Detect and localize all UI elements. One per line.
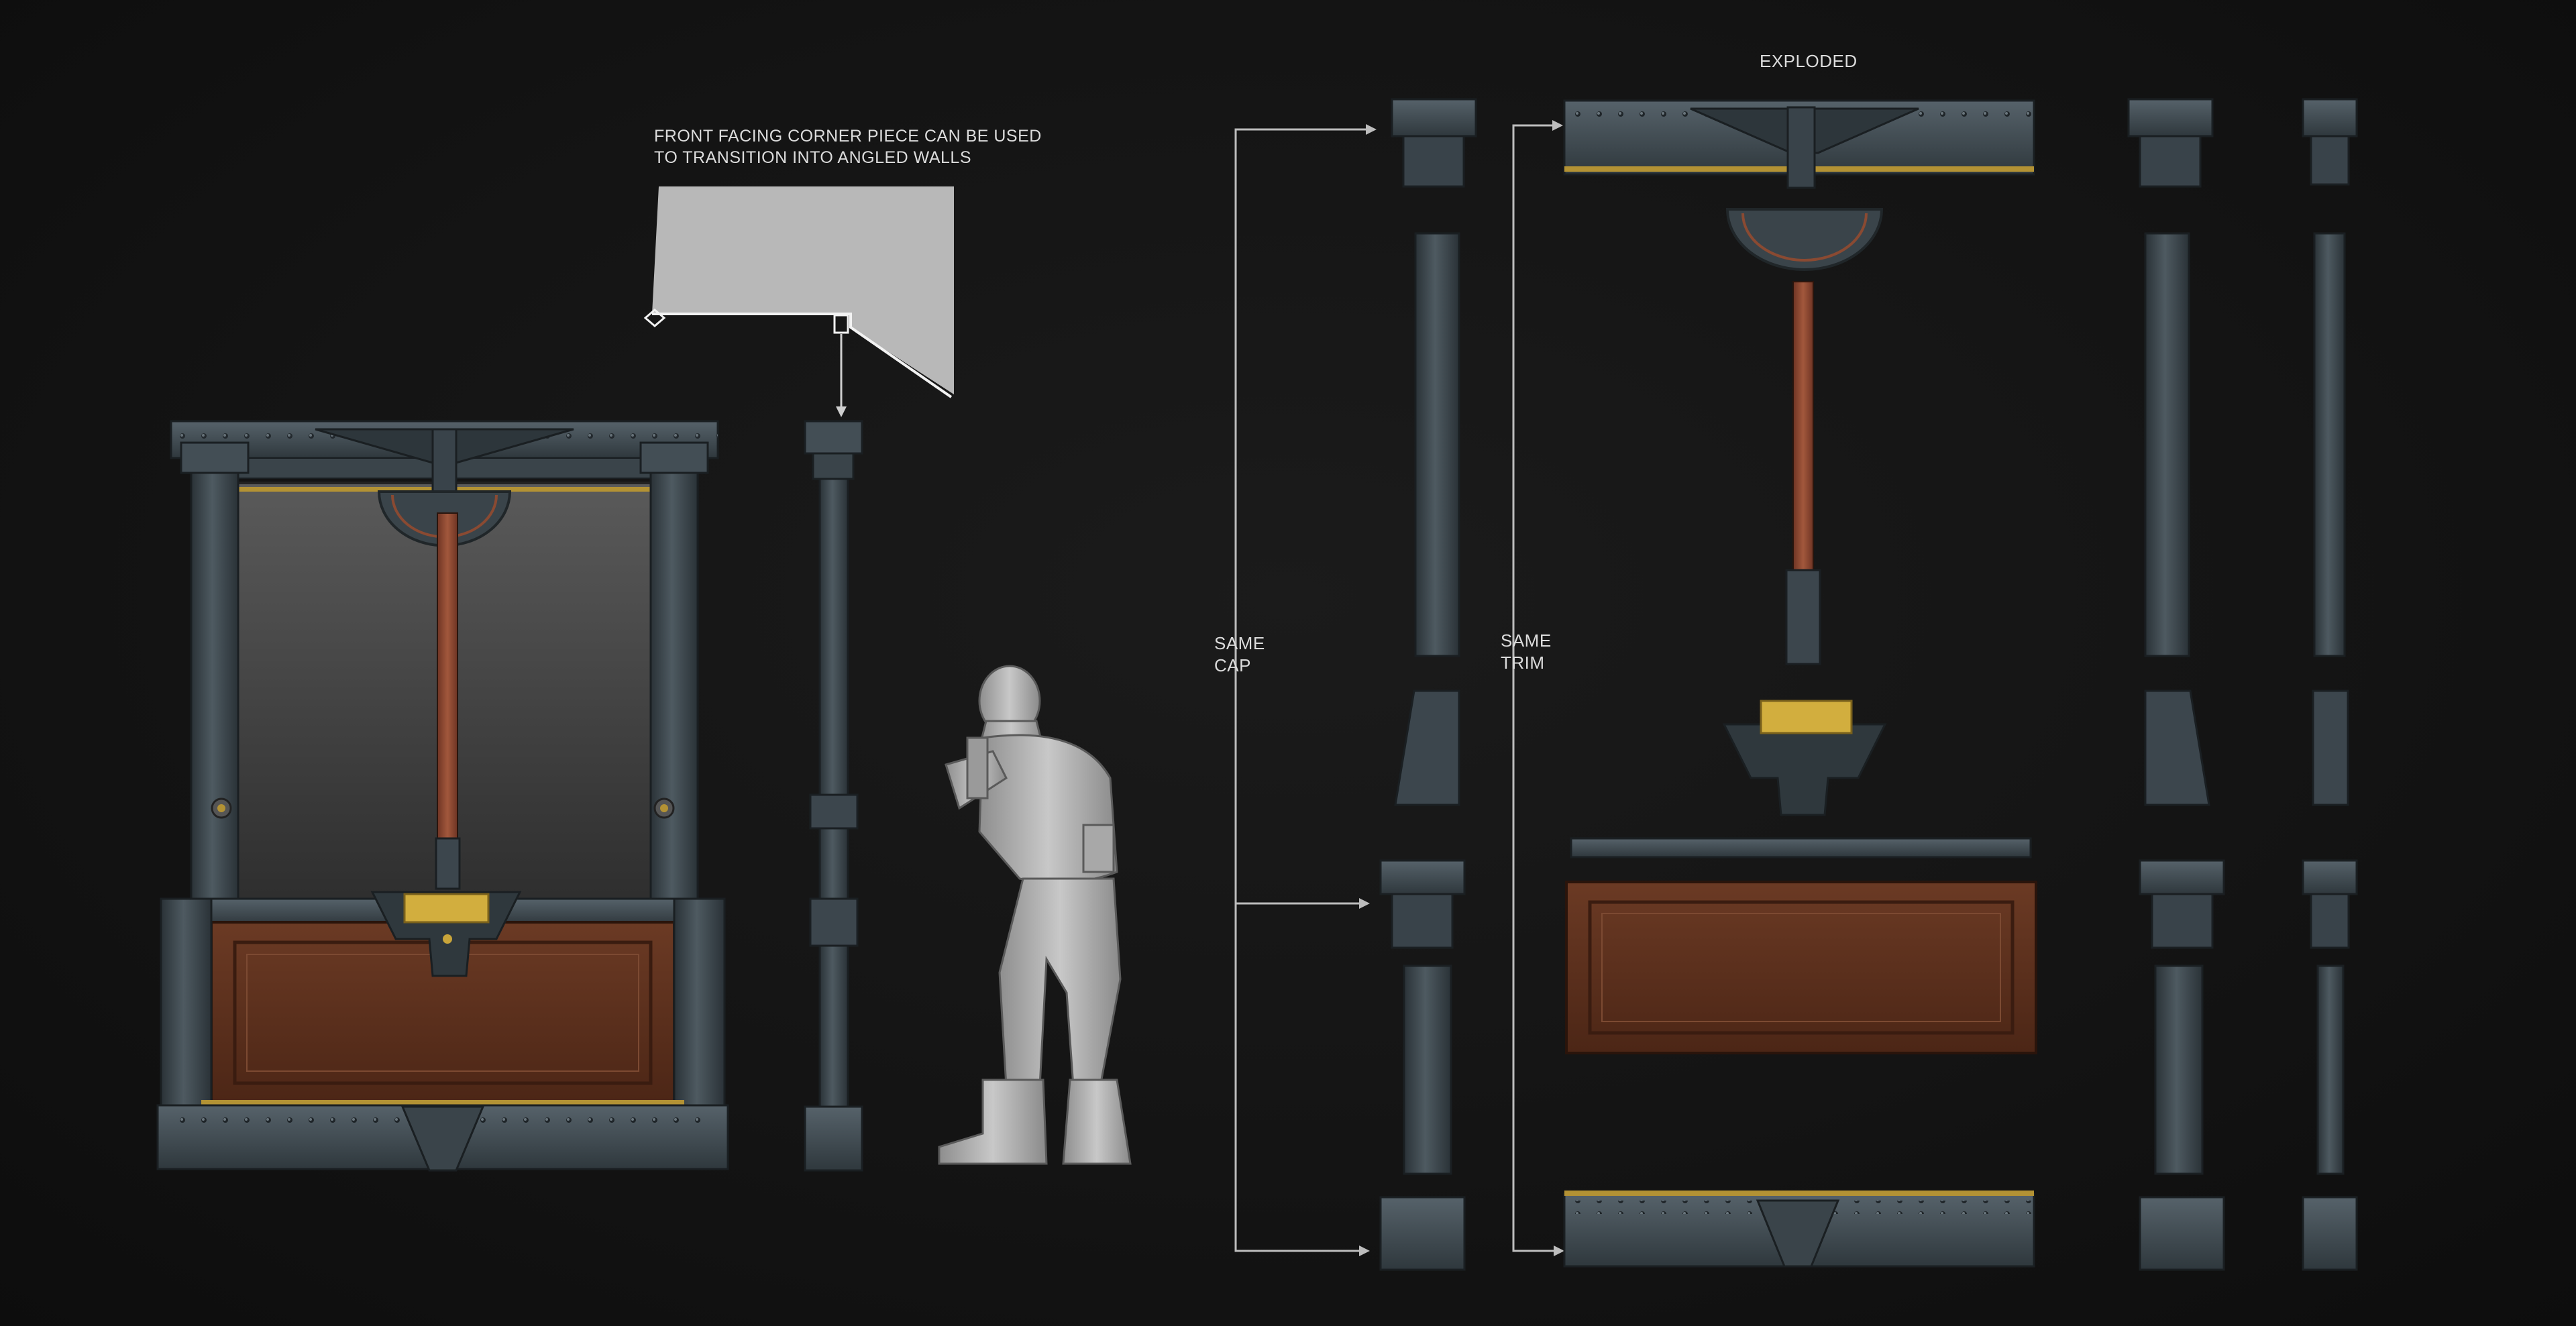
exploded-col-corner <box>2302 98 2358 1271</box>
bracket-arrows <box>1359 120 1564 1256</box>
same-cap-line2: CAP <box>1214 655 1251 675</box>
kiosk-left-pillar <box>190 461 239 900</box>
exploded-col-left <box>1379 98 1477 1271</box>
top-view-diagram <box>643 186 954 417</box>
scene-canvas <box>156 98 2358 1271</box>
soldier-figure <box>938 665 1132 1165</box>
same-cap-line1: SAME <box>1214 633 1265 653</box>
same-trim-line2: TRIM <box>1501 653 1545 673</box>
exploded-label: EXPLODED <box>1760 51 1858 71</box>
kiosk-rod <box>437 512 458 849</box>
same-cap-label: SAME CAP <box>1214 632 1265 677</box>
kiosk-assembled <box>156 420 729 1172</box>
kiosk-brass-plate <box>403 893 490 924</box>
bracket-lines <box>1234 124 1556 1252</box>
corner-note: FRONT FACING CORNER PIECE CAN BE USED TO… <box>654 125 1042 168</box>
kiosk-right-pillar <box>649 461 699 900</box>
corner-note-line1: FRONT FACING CORNER PIECE CAN BE USED <box>654 127 1042 146</box>
exploded-col-center <box>1563 99 2037 1268</box>
same-trim-line1: SAME <box>1501 630 1552 651</box>
exploded-col-right <box>2127 98 2225 1271</box>
corner-pillar <box>804 420 863 1172</box>
corner-note-line2: TO TRANSITION INTO ANGLED WALLS <box>654 148 972 167</box>
exploded-parts <box>1379 98 2358 1271</box>
same-trim-label: SAME TRIM <box>1501 630 1552 674</box>
